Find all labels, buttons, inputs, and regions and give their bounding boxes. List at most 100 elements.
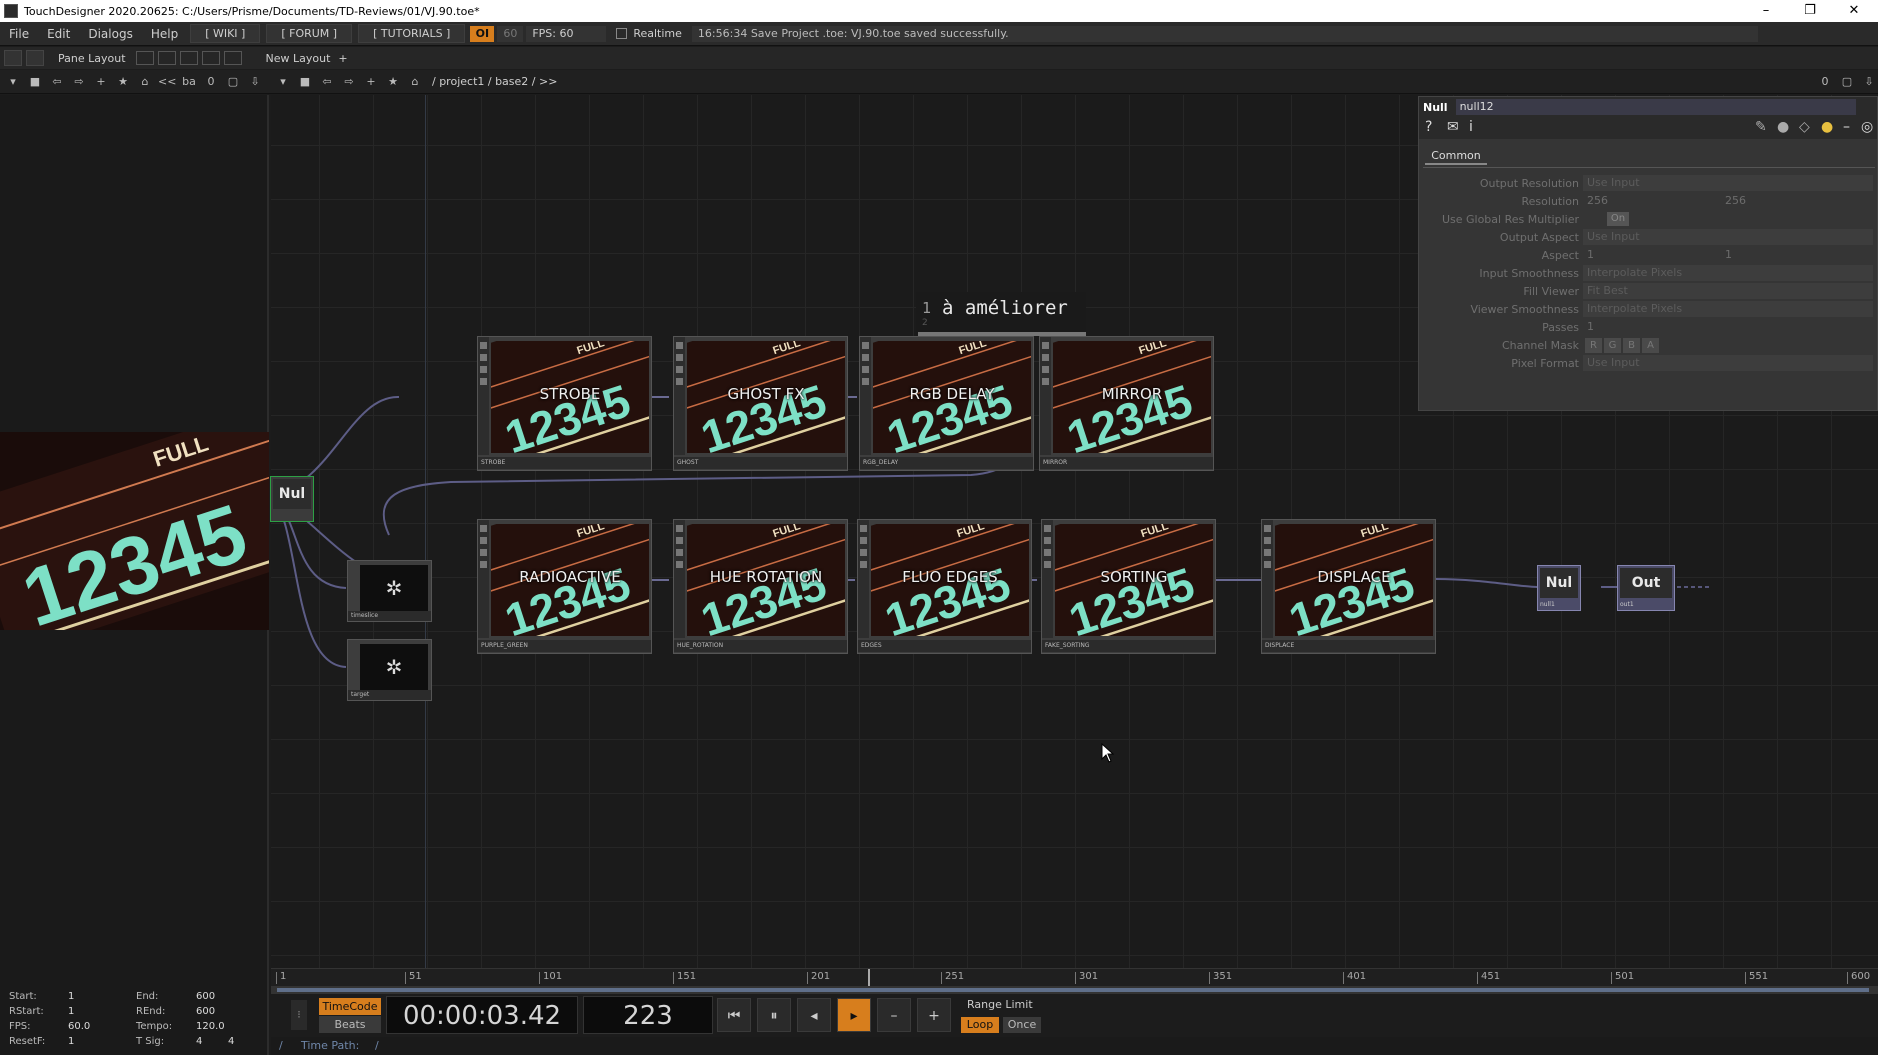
- menu-edit[interactable]: Edit: [38, 27, 79, 41]
- layout-quad-icon[interactable]: [223, 51, 242, 65]
- aspect-1[interactable]: 1: [1587, 247, 1594, 263]
- node-flags[interactable]: [478, 337, 489, 455]
- layout-split-v-icon[interactable]: [157, 51, 176, 65]
- timeslice-node[interactable]: ✲ timeslice: [347, 560, 432, 622]
- python-help-icon[interactable]: ✉: [1447, 119, 1459, 135]
- star-icon[interactable]: ★: [114, 74, 132, 90]
- pause-button[interactable]: ⏸: [757, 998, 791, 1032]
- python-icon[interactable]: ●: [1821, 119, 1833, 135]
- wiki-button[interactable]: [ WIKI ]: [190, 24, 261, 43]
- tutorials-button[interactable]: [ TUTORIALS ]: [358, 24, 466, 43]
- add-layout-button[interactable]: +: [338, 52, 347, 65]
- global-res-toggle[interactable]: On: [1607, 212, 1629, 226]
- channel-b-toggle[interactable]: B: [1623, 338, 1640, 353]
- text-dat[interactable]: 1 à améliorer 2: [916, 292, 1086, 336]
- hue-rotation-node[interactable]: FULL 12345 HUE ROTATION HUE_ROTATION: [673, 519, 848, 654]
- new-layout-label[interactable]: New Layout: [266, 52, 331, 65]
- tempo-value[interactable]: 120.0: [196, 1021, 225, 1032]
- pixel-format-menu[interactable]: Use Input: [1583, 355, 1873, 371]
- mirror-node[interactable]: FULL 12345 MIRROR MIRROR: [1039, 336, 1214, 471]
- home-icon[interactable]: ⌂: [136, 74, 154, 90]
- fluo-edges-node[interactable]: FULL 12345 FLUO EDGES EDGES: [857, 519, 1032, 654]
- channel-g-toggle[interactable]: G: [1604, 338, 1621, 353]
- maximize-button[interactable]: ❐: [1788, 0, 1832, 22]
- node-flags[interactable]: [860, 337, 871, 455]
- frame-display[interactable]: 223: [583, 996, 713, 1034]
- node-flags[interactable]: [674, 520, 685, 638]
- forum-button[interactable]: [ FORUM ]: [266, 24, 353, 43]
- info-icon[interactable]: i: [1469, 119, 1473, 135]
- ghost-fx-node[interactable]: FULL 12345 GHOST FX GHOST: [673, 336, 848, 471]
- null-input-node[interactable]: Nul: [270, 476, 314, 522]
- stop2-icon[interactable]: ■: [296, 74, 314, 90]
- rewind-button[interactable]: ⏮: [717, 998, 751, 1032]
- target-icon[interactable]: ◎: [1861, 119, 1873, 135]
- resetf-value[interactable]: 1: [68, 1036, 74, 1047]
- menu-dialogs[interactable]: Dialogs: [79, 27, 141, 41]
- home2-icon[interactable]: ⌂: [406, 74, 424, 90]
- range-fill[interactable]: [277, 988, 1869, 992]
- transport-menu-icon[interactable]: ⁝: [291, 1000, 307, 1030]
- aspect-2[interactable]: 1: [1725, 247, 1732, 263]
- node-flags[interactable]: [1040, 337, 1051, 455]
- menu-file[interactable]: File: [0, 27, 38, 41]
- save-icon[interactable]: ⇩: [246, 74, 264, 90]
- output-aspect-menu[interactable]: Use Input: [1583, 229, 1873, 245]
- pane-icon[interactable]: [4, 50, 22, 66]
- passes-field[interactable]: 1: [1587, 319, 1594, 335]
- loop-button[interactable]: Loop: [961, 1017, 999, 1033]
- play-button[interactable]: ▸: [837, 998, 871, 1032]
- comment-icon[interactable]: ●: [1777, 119, 1789, 135]
- tab-common[interactable]: Common: [1425, 149, 1487, 165]
- realtime-checkbox[interactable]: [616, 28, 628, 39]
- output-resolution-menu[interactable]: Use Input: [1583, 175, 1873, 191]
- minimize-button[interactable]: –: [1744, 0, 1788, 22]
- time-path-value[interactable]: /: [375, 1039, 379, 1052]
- clone-icon[interactable]: ◇: [1799, 119, 1810, 135]
- add-icon[interactable]: +: [92, 74, 110, 90]
- channel-r-toggle[interactable]: R: [1585, 338, 1602, 353]
- resolution-h[interactable]: 256: [1725, 193, 1746, 209]
- out1-node[interactable]: Out out1: [1617, 565, 1675, 611]
- step-forward-button[interactable]: +: [917, 998, 951, 1032]
- maximize-pane-icon[interactable]: ▢: [1838, 74, 1856, 90]
- node-flags[interactable]: [478, 520, 489, 638]
- viewer-pane[interactable]: FULL 12345: [0, 95, 269, 968]
- radioactive-node[interactable]: FULL 12345 RADIOACTIVE PURPLE_GREEN: [477, 519, 652, 654]
- fps-value[interactable]: 60.0: [68, 1021, 90, 1032]
- layout-split-h-icon[interactable]: [179, 51, 198, 65]
- input-smoothness-menu[interactable]: Interpolate Pixels: [1583, 265, 1873, 281]
- fill-viewer-menu[interactable]: Fit Best: [1583, 283, 1873, 299]
- rend-value[interactable]: 600: [196, 1006, 215, 1017]
- target-node[interactable]: ✲ target: [347, 639, 432, 701]
- play-reverse-button[interactable]: ◂: [797, 998, 831, 1032]
- oi-toggle[interactable]: OI: [470, 25, 495, 42]
- back2-icon[interactable]: ⇦: [318, 74, 336, 90]
- layout-single-icon[interactable]: [135, 51, 154, 65]
- strobe-node[interactable]: FULL 12345 STROBE STROBE: [477, 336, 652, 471]
- forward2-icon[interactable]: ⇨: [340, 74, 358, 90]
- once-button[interactable]: Once: [1003, 1017, 1041, 1033]
- timeline-ruler[interactable]: 1 51 101 151 201 251 301 351 401 451 501…: [271, 968, 1878, 987]
- rstart-value[interactable]: 1: [68, 1006, 74, 1017]
- stop-icon[interactable]: ■: [26, 74, 44, 90]
- breadcrumb[interactable]: / project1 / base2 / >>: [432, 75, 557, 88]
- pin-icon[interactable]: ⇩: [1860, 74, 1878, 90]
- star2-icon[interactable]: ★: [384, 74, 402, 90]
- close-button[interactable]: ✕: [1832, 0, 1876, 22]
- collapse-icon[interactable]: –: [1843, 119, 1850, 135]
- range-bar[interactable]: [271, 986, 1878, 994]
- node-flags[interactable]: [1042, 520, 1053, 638]
- start-value[interactable]: 1: [68, 991, 74, 1002]
- beats-button[interactable]: Beats: [319, 1016, 381, 1033]
- forward-icon[interactable]: ⇨: [70, 74, 88, 90]
- back-icon[interactable]: ⇦: [48, 74, 66, 90]
- dropdown-icon[interactable]: ▾: [4, 74, 22, 90]
- tsig-value-2[interactable]: 4: [228, 1036, 234, 1047]
- step-back-button[interactable]: –: [877, 998, 911, 1032]
- sorting-node[interactable]: FULL 12345 SORTING FAKE_SORTING: [1041, 519, 1216, 654]
- resolution-w[interactable]: 256: [1587, 193, 1608, 209]
- timecode-display[interactable]: 00:00:03.42: [386, 996, 578, 1034]
- add2-icon[interactable]: +: [362, 74, 380, 90]
- viewer-smoothness-menu[interactable]: Interpolate Pixels: [1583, 301, 1873, 317]
